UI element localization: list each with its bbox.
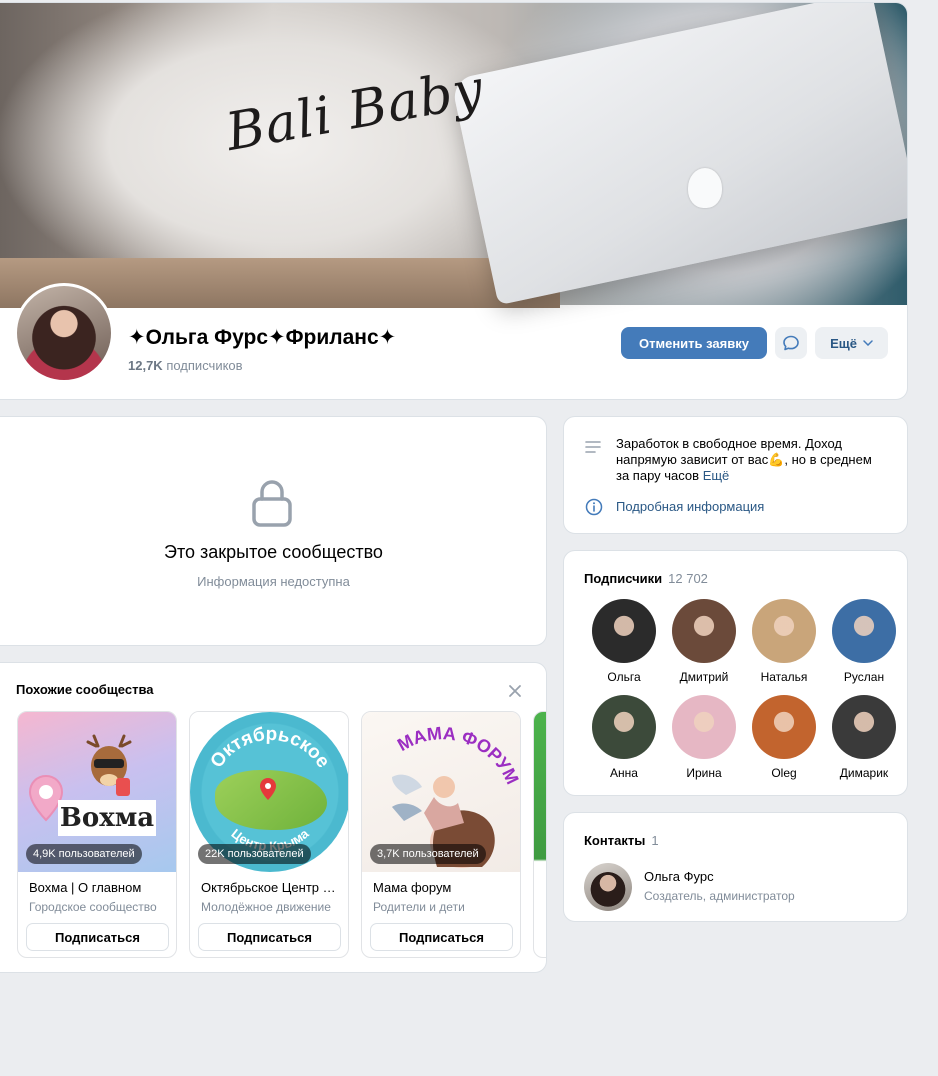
follower-name: Руслан [843,670,885,684]
lock-icon [252,480,292,527]
community-description: Родители и дети [373,900,465,914]
community-description: Молодёжное движение [201,900,331,914]
similar-community-tile-partial[interactable] [533,711,546,958]
followers-heading[interactable]: Подписчики 12 702 [584,571,708,586]
cover-tshirt-text: Bali Baby [221,58,489,164]
community-avatar[interactable] [14,283,114,383]
subscribers-label: подписчиков [166,358,243,373]
page-title: ✦Ольга Фурс✦Фриланс✦ [128,326,397,349]
follower-item[interactable]: Руслан [824,599,904,684]
contact-avatar[interactable] [584,863,632,911]
community-description: Городское сообщество [29,900,157,914]
description-card: Заработок в свободное время. Доход напря… [563,416,908,534]
similar-heading: Похожие сообщества [16,682,154,697]
follower-name: Дмитрий [679,670,729,684]
follower-avatar [832,599,896,663]
similar-communities-card: Похожие сообщества Вохма 4,9K пользовате… [0,662,547,973]
info-icon [585,498,603,516]
follower-avatar [752,695,816,759]
follower-avatar [672,599,736,663]
similar-community-tile[interactable]: Вохма 4,9K пользователей Вохма | О главн… [17,711,177,958]
subscribe-button[interactable]: Подписаться [198,923,341,951]
community-name[interactable]: Вохма | О главном [29,880,169,895]
follower-name: Наталья [760,670,808,684]
svg-text:Октябрьское: Октябрьское [206,724,333,772]
message-icon [783,335,799,351]
contacts-count: 1 [651,833,659,848]
similar-community-tile[interactable]: МАМА ФОРУМ 3,7K пользователей Мама форум… [361,711,521,958]
subscribers-summary[interactable]: 12,7K подписчиков [128,358,243,373]
members-badge: 22K пользователей [198,844,311,864]
details-link[interactable]: Подробная информация [616,499,764,514]
closed-subtitle: Информация недоступна [197,574,350,589]
subscribe-button[interactable]: Подписаться [26,923,169,951]
cancel-request-button[interactable]: Отменить заявку [621,327,767,359]
subscribe-button[interactable]: Подписаться [370,923,513,951]
follower-avatar [752,599,816,663]
members-badge: 3,7K пользователей [370,844,486,864]
apple-logo-icon [688,168,722,208]
contacts-card: Контакты 1 Ольга Фурс Создатель, админист… [563,812,908,922]
follower-item[interactable]: Наталья [744,599,824,684]
follower-avatar [832,695,896,759]
description-more-link[interactable]: Ещё [703,468,730,483]
follower-name: Ирина [686,766,722,780]
followers-card: Подписчики 12 702 Ольга Дмитрий Наталья Русл… [563,550,908,796]
cover-laptop [450,3,907,306]
follower-item[interactable]: Димарик [824,695,904,780]
subscribers-count: 12,7K [128,358,163,373]
closed-title: Это закрытое сообщество [164,542,383,562]
community-header: Bali Baby ✦Ольга Фурс✦Фриланс✦ 12,7K под… [0,2,908,400]
follower-avatar [592,695,656,759]
more-label: Ещё [830,335,857,351]
follower-item[interactable]: Oleg [744,695,824,780]
follower-item[interactable]: Ирина [664,695,744,780]
followers-count: 12 702 [668,571,708,586]
message-button[interactable] [775,327,807,359]
closed-community-card: Это закрытое сообщество Информация недос… [0,416,547,646]
community-name[interactable]: Октябрьское Центр Крыма [201,880,341,895]
followers-title: Подписчики [584,571,663,586]
follower-name: Ольга [607,670,641,684]
community-description-text: Заработок в свободное время. Доход напря… [616,436,886,484]
more-button[interactable]: Ещё [815,327,888,359]
cover-image: Bali Baby [0,3,907,308]
follower-name: Oleg [771,766,797,780]
community-name[interactable]: Мама форум [373,880,513,895]
follower-name: Димарик [839,766,889,780]
similar-community-tile[interactable]: Октябрьское Центр Крыма 22K пользователе… [189,711,349,958]
follower-item[interactable]: Ольга [584,599,664,684]
contact-role: Создатель, администратор [644,889,795,903]
close-icon[interactable] [506,682,524,700]
follower-item[interactable]: Дмитрий [664,599,744,684]
members-badge: 4,9K пользователей [26,844,142,864]
follower-avatar [592,599,656,663]
description-body: Заработок в свободное время. Доход напря… [616,436,872,483]
follower-item[interactable]: Анна [584,695,664,780]
follower-avatar [672,695,736,759]
text-lines-icon [585,441,601,453]
logo-text-top: Октябрьское [206,724,333,772]
follower-name: Анна [610,766,638,780]
contact-name[interactable]: Ольга Фурс [644,869,714,884]
contacts-title: Контакты [584,833,646,848]
contacts-heading[interactable]: Контакты 1 [584,833,659,848]
deer-icon [86,734,132,796]
voxma-logo-text: Вохма [58,800,156,836]
chevron-down-icon [863,340,873,346]
